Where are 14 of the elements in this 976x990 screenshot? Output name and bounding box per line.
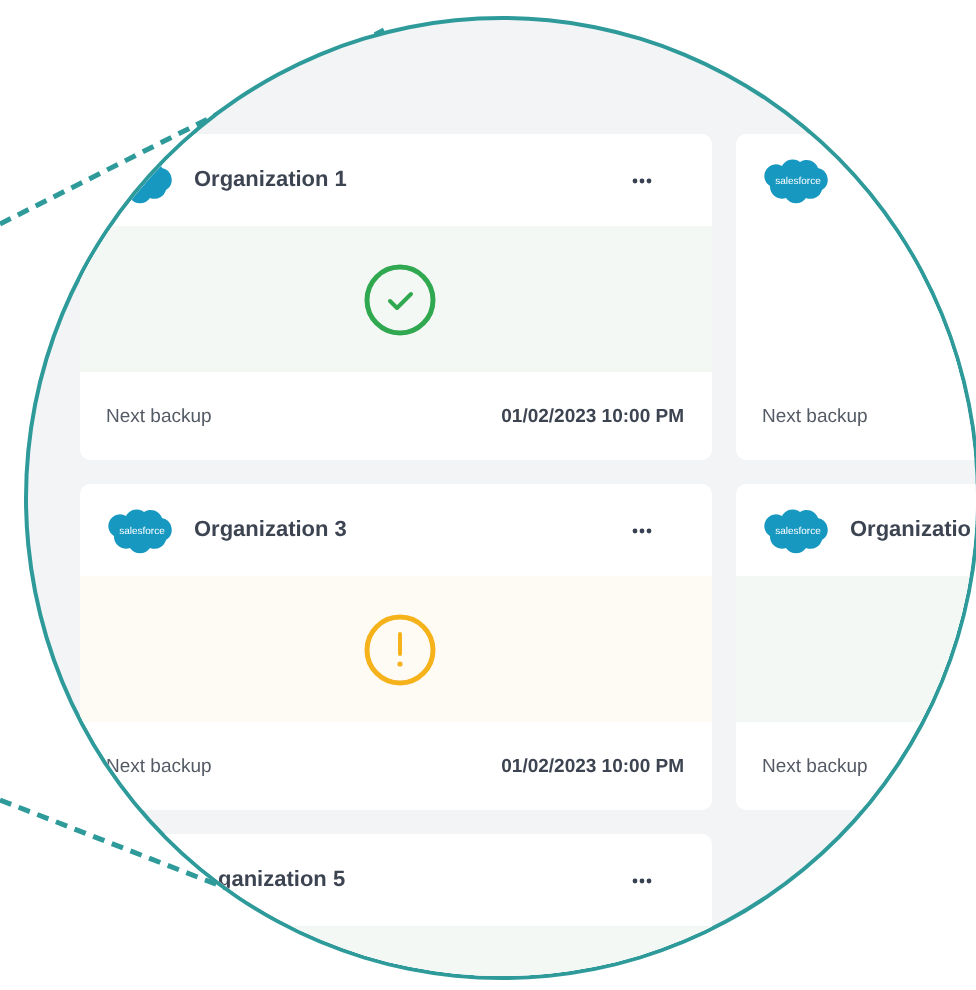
org-title: Organization 1 [194,168,349,192]
more-icon[interactable] [632,177,652,183]
org-title: Organization 3 [194,518,349,542]
footer-label: Next backup [762,755,868,777]
org-title: ganization 5 [218,868,348,892]
check-circle-icon [364,263,436,335]
footer-label: Next backup [106,405,212,427]
org-title: Organizatio [850,518,974,542]
backup-time: 01/02/2023 10:00 PM [501,755,684,777]
backup-time: 01/02/2023 10:00 PM [501,405,684,427]
more-icon[interactable] [632,877,652,883]
warning-circle-icon [364,613,436,685]
more-icon[interactable] [632,527,652,533]
footer-label: Next backup [762,405,868,427]
